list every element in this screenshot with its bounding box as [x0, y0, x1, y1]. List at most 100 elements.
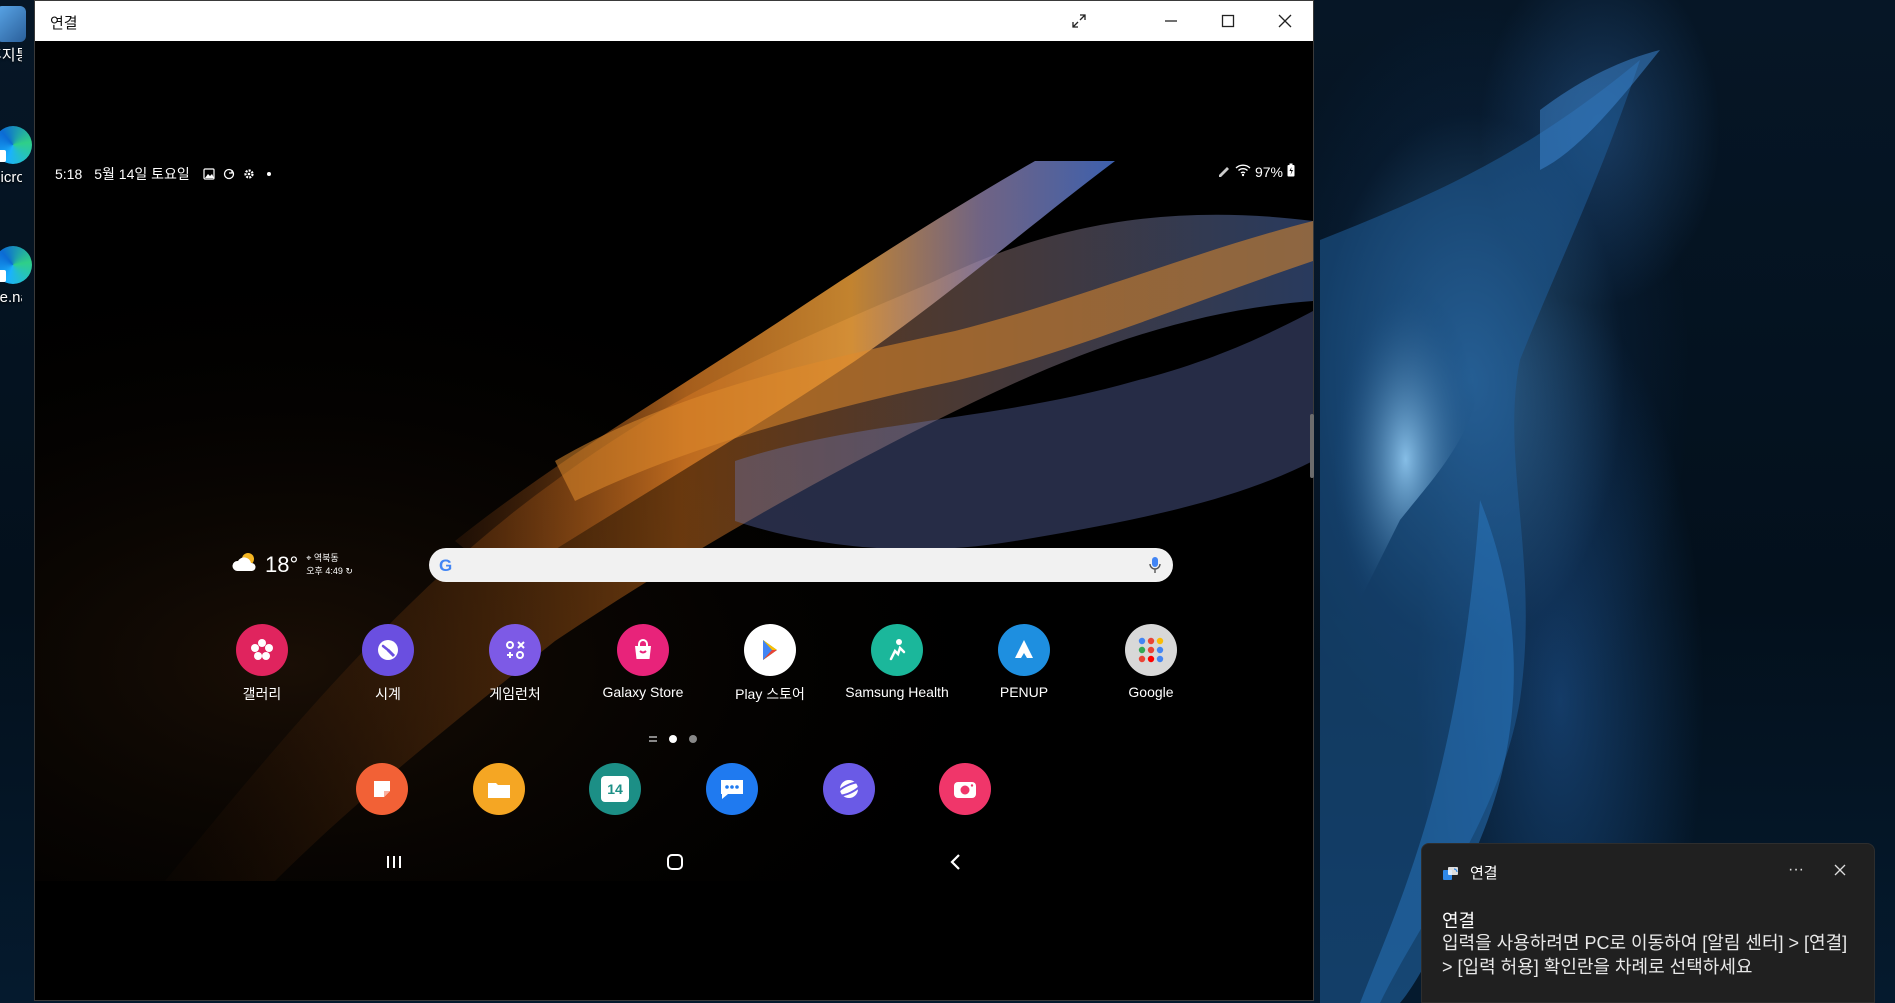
gallery-icon [236, 624, 288, 676]
status-bar: 5:18 5월 14일 토요일 97% [55, 163, 1295, 185]
dock-my-files[interactable] [473, 763, 525, 815]
weather-updated: 오후 4:49 [306, 565, 343, 576]
minimize-icon [1165, 20, 1177, 22]
play-store-icon [744, 624, 796, 676]
status-date: 5월 14일 토요일 [94, 166, 190, 182]
sync-icon [222, 167, 236, 181]
notification-app-name: 연결 [1470, 865, 1498, 882]
app-label: Play 스토어 [735, 686, 805, 702]
notes-icon [374, 781, 390, 797]
dock-calendar[interactable]: 14 [589, 763, 641, 815]
location-pin-icon: ⌖ [306, 552, 312, 563]
expand-icon [1072, 14, 1086, 28]
window-resize-handle[interactable] [1310, 414, 1314, 478]
battery-level: 97% [1254, 163, 1283, 180]
weather-location: 역북동 [313, 552, 339, 563]
google-folder-icon [1125, 624, 1177, 676]
page-indicator-menu-icon [649, 736, 657, 742]
google-search-bar[interactable]: G [429, 548, 1173, 582]
app-label: Galaxy Store [602, 684, 684, 700]
app-gallery[interactable]: 갤러리 [207, 624, 317, 704]
page-dot-active [669, 735, 677, 743]
notification-body: 입력을 사용하려면 PC로 이동하여 [알림 센터] > [연결] > [입력 … [1442, 933, 1848, 977]
phone-screen[interactable]: 5:18 5월 14일 토요일 97% 18° ⌖ 역북동 오후 4:49 ↻ … [35, 41, 1313, 1000]
calendar-day: 14 [607, 781, 623, 797]
microphone-icon[interactable] [1149, 556, 1161, 579]
page-indicator[interactable] [649, 735, 697, 743]
notification-toast[interactable]: 연결 ··· 연결 입력을 사용하려면 PC로 이동하여 [알림 센터] > [… [1421, 843, 1875, 1003]
dock-camera[interactable] [939, 763, 991, 815]
navigation-bar [35, 847, 1313, 877]
app-label: 시계 [375, 686, 401, 702]
recent-apps-button[interactable] [379, 847, 409, 877]
dock-messages[interactable] [706, 763, 758, 815]
desktop-icon-label: ale.na [0, 289, 22, 306]
home-button[interactable] [660, 847, 690, 877]
weather-meta: ⌖ 역북동 오후 4:49 ↻ [306, 552, 353, 578]
edge-icon [0, 246, 32, 284]
app-label: Samsung Health [845, 684, 949, 700]
recent-apps-icon [387, 856, 401, 868]
close-icon [1278, 14, 1292, 28]
app-label: 게임런처 [489, 686, 541, 702]
notification-more-button[interactable]: ··· [1781, 858, 1811, 882]
back-button[interactable] [941, 847, 971, 877]
internet-icon [836, 780, 862, 798]
minimize-button[interactable] [1143, 1, 1199, 41]
dock-notes[interactable] [356, 763, 408, 815]
galaxy-store-icon [617, 624, 669, 676]
connect-app-icon [1443, 866, 1458, 880]
desktop-icon-edge[interactable]: Microsoft Edge [0, 126, 34, 187]
app-label: 갤러리 [242, 686, 282, 702]
app-clock[interactable]: 시계 [333, 624, 443, 704]
fullscreen-button[interactable] [1051, 1, 1107, 41]
notification-title: 연결 [1442, 911, 1476, 931]
partly-cloudy-icon [231, 551, 259, 578]
desktop-icon-edge-shortcut[interactable]: ale.na [0, 246, 34, 307]
desktop-icon-label: 휴지통 [0, 47, 22, 64]
status-right: 97% [1217, 163, 1295, 180]
more-notifications-dot-icon [262, 167, 276, 181]
calendar-icon: 14 [601, 776, 629, 802]
image-notification-icon [202, 167, 216, 181]
my-files-icon [488, 783, 510, 798]
recycle-bin-icon [0, 6, 26, 42]
back-icon [950, 854, 960, 870]
penup-icon [998, 624, 1050, 676]
camera-icon [954, 782, 976, 798]
close-button[interactable] [1257, 1, 1313, 41]
settings-icon [242, 167, 256, 181]
refresh-icon: ↻ [345, 565, 353, 576]
wifi-icon [1235, 163, 1251, 180]
app-google-folder[interactable]: Google [1096, 624, 1206, 700]
pen-icon [1217, 163, 1231, 180]
desktop-icon-label: Microsoft Edge [0, 169, 22, 186]
google-g-icon: G [439, 556, 453, 575]
status-time: 5:18 [55, 166, 83, 182]
maximize-button[interactable] [1200, 1, 1256, 41]
messages-icon [721, 780, 743, 799]
connect-window: 연결 5:18 5월 14일 토요일 97% 18° ⌖ 역북동 오후 4:49… [34, 0, 1314, 1001]
app-game-launcher[interactable]: 게임런처 [460, 624, 570, 704]
notification-header: 연결 [1442, 862, 1498, 883]
title-bar[interactable]: 연결 [35, 1, 1313, 41]
edge-icon [0, 126, 32, 164]
dock-internet[interactable] [823, 763, 875, 815]
app-play-store[interactable]: Play 스토어 [715, 624, 825, 704]
app-galaxy-store[interactable]: Galaxy Store [588, 624, 698, 700]
game-launcher-icon [489, 624, 541, 676]
app-penup[interactable]: PENUP [969, 624, 1079, 700]
home-icon [667, 854, 683, 870]
maximize-icon [1221, 14, 1235, 28]
battery-charging-icon [1287, 163, 1295, 180]
desktop-icon-recycle-bin[interactable]: 휴지통 [0, 6, 34, 65]
clock-icon [362, 624, 414, 676]
app-label: Google [1128, 684, 1174, 700]
app-samsung-health[interactable]: Samsung Health [842, 624, 952, 700]
weather-widget[interactable]: 18° ⌖ 역북동 오후 4:49 ↻ [231, 551, 353, 578]
samsung-health-icon [871, 624, 923, 676]
window-title: 연결 [50, 15, 78, 32]
notification-close-button[interactable] [1825, 858, 1855, 882]
page-dot [689, 735, 697, 743]
weather-temperature: 18° [265, 551, 299, 577]
